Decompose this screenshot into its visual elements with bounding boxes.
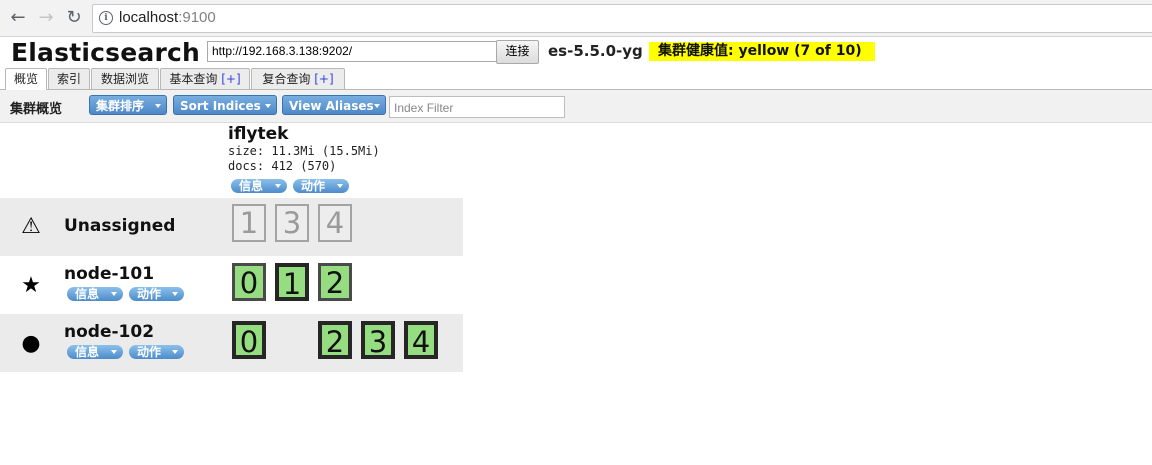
shard-primary[interactable]: 2: [318, 321, 352, 359]
node-name: Unassigned: [64, 216, 176, 236]
view-aliases-button[interactable]: View Aliases: [282, 95, 386, 115]
node-action-button[interactable]: 动作: [129, 287, 184, 301]
index-docs: docs: 412 (570): [228, 159, 337, 173]
back-arrow-icon[interactable]: ←: [6, 6, 30, 30]
reload-icon[interactable]: ↻: [62, 6, 86, 30]
caret-down-icon: [172, 292, 178, 296]
button-label: 信息: [239, 179, 264, 193]
shard-primary[interactable]: 0: [232, 321, 266, 359]
tab-label: 基本查询: [169, 72, 222, 86]
node-info-button[interactable]: 信息: [67, 287, 123, 301]
shard-primary[interactable]: 4: [404, 321, 438, 359]
forward-arrow-icon[interactable]: →: [34, 6, 58, 30]
shard-replica[interactable]: 0: [232, 263, 266, 301]
address-bar[interactable]: i localhost:9100: [92, 4, 1152, 33]
info-icon[interactable]: i: [99, 11, 113, 25]
tab-browser[interactable]: 数据浏览: [91, 68, 159, 89]
node-circle-icon: ●: [21, 331, 41, 356]
button-label: View Aliases: [289, 99, 374, 113]
tab-label: 复合查询: [262, 72, 315, 86]
address-url: localhost:9100: [119, 9, 216, 26]
caret-down-icon: [111, 350, 117, 354]
tab-label: 概览: [13, 72, 38, 86]
cluster-health-badge: 集群健康值: yellow (7 of 10): [649, 42, 875, 61]
tab-label: 索引: [56, 72, 81, 86]
tab-compound-query[interactable]: 复合查询 [+]: [251, 68, 345, 89]
button-label: 信息: [75, 345, 100, 359]
url-port: :9100: [178, 9, 216, 26]
button-label: 信息: [75, 287, 100, 301]
index-name: iflytek: [228, 124, 289, 144]
warning-icon: ⚠: [21, 214, 41, 239]
cluster-toolbar: 集群概览 集群排序 Sort Indices View Aliases Inde…: [0, 90, 1152, 123]
sort-cluster-button[interactable]: 集群排序: [89, 95, 167, 115]
connection-url-input[interactable]: http://192.168.3.138:9202/: [207, 41, 497, 62]
tab-plus: [+]: [221, 72, 241, 86]
node-row-node-101: ★ node-101 信息 动作 0 1 2: [0, 256, 463, 314]
node-name: node-102: [64, 322, 155, 342]
shard-replica[interactable]: 2: [318, 263, 352, 301]
cluster-name: es-5.5.0-yg: [548, 42, 643, 60]
index-filter-input[interactable]: Index Filter: [389, 96, 565, 118]
button-label: 动作: [137, 287, 162, 301]
shard-primary[interactable]: 3: [361, 321, 395, 359]
sort-indices-button[interactable]: Sort Indices: [173, 95, 277, 115]
caret-down-icon: [374, 104, 380, 108]
tab-plus: [+]: [314, 72, 334, 86]
shard-primary[interactable]: 1: [275, 263, 309, 301]
caret-down-icon: [275, 184, 281, 188]
browser-toolbar: ← → ↻ i localhost:9100: [0, 0, 1152, 37]
caret-down-icon: [337, 184, 343, 188]
caret-down-icon: [265, 104, 271, 108]
index-info-button[interactable]: 信息: [231, 179, 287, 193]
button-label: 动作: [301, 179, 326, 193]
node-row-unassigned: ⚠ Unassigned 1 3 4: [0, 198, 463, 256]
button-label: 集群排序: [96, 99, 145, 113]
node-action-button[interactable]: 动作: [129, 345, 184, 359]
shard-unassigned[interactable]: 3: [275, 204, 309, 242]
main-tabs: 概览 索引 数据浏览 基本查询 [+] 复合查询 [+]: [0, 68, 1152, 90]
toolbar-title: 集群概览: [10, 102, 63, 117]
node-name: node-101: [64, 264, 155, 284]
caret-down-icon: [111, 292, 117, 296]
index-size: size: 11.3Mi (15.5Mi): [228, 144, 380, 158]
shard-unassigned[interactable]: 1: [232, 204, 266, 242]
url-host: localhost: [119, 9, 179, 26]
button-label: 动作: [137, 345, 162, 359]
tab-overview[interactable]: 概览: [5, 68, 47, 90]
node-row-node-102: ● node-102 信息 动作 0 2 3 4: [0, 314, 463, 372]
tab-basic-query[interactable]: 基本查询 [+]: [160, 68, 250, 89]
caret-down-icon: [172, 350, 178, 354]
app-title: Elasticsearch: [11, 38, 200, 67]
master-star-icon: ★: [21, 273, 41, 298]
connect-button[interactable]: 连接: [496, 40, 539, 64]
tab-label: 数据浏览: [100, 72, 149, 86]
node-info-button[interactable]: 信息: [67, 345, 123, 359]
shard-unassigned[interactable]: 4: [318, 204, 352, 242]
index-action-button[interactable]: 动作: [293, 179, 349, 193]
caret-down-icon: [155, 104, 161, 108]
button-label: Sort Indices: [180, 99, 261, 113]
tab-indices[interactable]: 索引: [48, 68, 90, 89]
